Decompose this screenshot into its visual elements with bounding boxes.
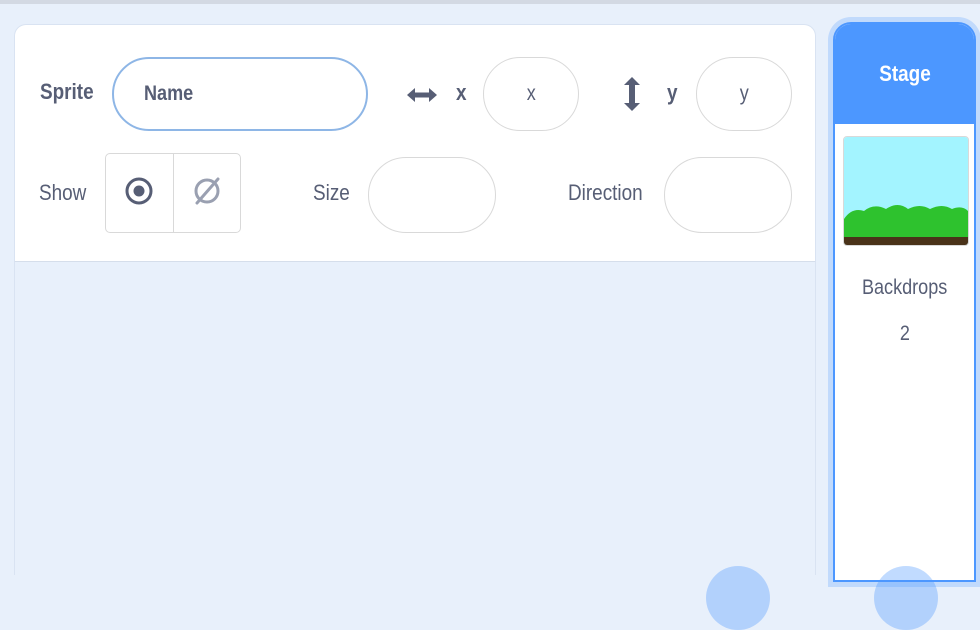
sprite-info-panel: Sprite Name x x y y Show Size Direction xyxy=(14,24,816,262)
show-label: Show xyxy=(39,180,87,205)
add-sprite-button[interactable] xyxy=(706,566,770,630)
horizontal-arrows-icon xyxy=(405,83,439,107)
direction-label: Direction xyxy=(568,180,643,205)
sprite-list-area xyxy=(14,262,816,575)
backdrops-count: 2 xyxy=(899,322,910,345)
sprite-name-input[interactable]: Name xyxy=(112,57,368,131)
sprite-label: Sprite xyxy=(40,79,94,104)
show-toggle-group xyxy=(105,153,241,233)
y-placeholder: y xyxy=(739,82,749,105)
stage-backdrop-thumbnail[interactable] xyxy=(843,136,969,246)
stage-header: Stage xyxy=(835,24,974,124)
show-sprite-button[interactable] xyxy=(106,154,173,232)
eye-crossed-icon xyxy=(191,175,223,212)
x-placeholder: x xyxy=(526,82,536,105)
vertical-arrows-icon xyxy=(621,75,643,113)
x-position-input[interactable]: x xyxy=(483,57,579,131)
backdrops-label: Backdrops xyxy=(861,276,948,299)
top-border xyxy=(0,0,980,4)
direction-input[interactable] xyxy=(664,157,792,233)
eye-icon xyxy=(124,176,154,211)
size-input[interactable] xyxy=(368,157,496,233)
x-label: x xyxy=(456,80,467,105)
sprite-name-placeholder: Name xyxy=(144,82,194,105)
size-label: Size xyxy=(313,180,350,205)
y-position-input[interactable]: y xyxy=(696,57,792,131)
hide-sprite-button[interactable] xyxy=(172,154,241,232)
stage-title: Stage xyxy=(878,61,931,86)
add-backdrop-button[interactable] xyxy=(874,566,938,630)
y-label: y xyxy=(667,80,678,105)
stage-selector-pane[interactable]: Stage Backdrops 2 xyxy=(833,22,976,582)
